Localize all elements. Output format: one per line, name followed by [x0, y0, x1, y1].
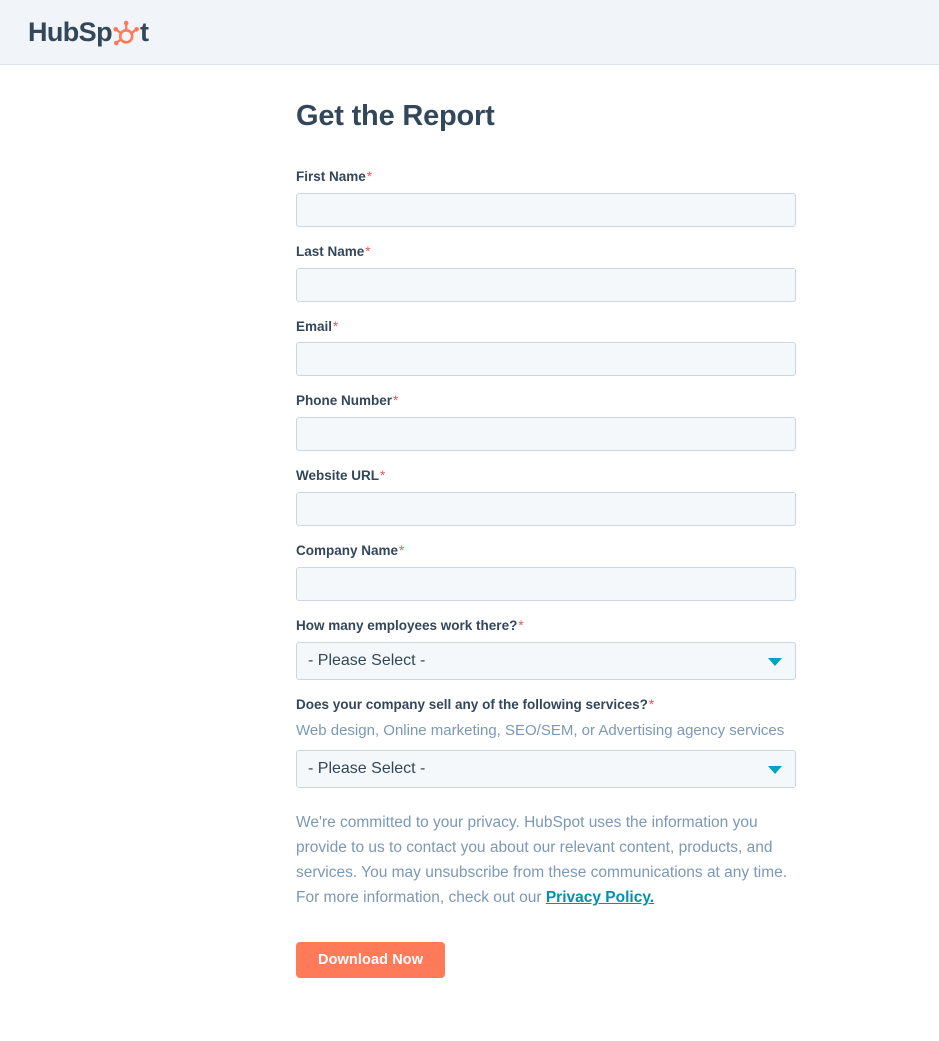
select-value: - Please Select - [308, 652, 426, 670]
company-name-input[interactable] [296, 567, 796, 602]
services-description: Web design, Online marketing, SEO/SEM, o… [296, 721, 785, 739]
field-website-url: Website URL* [296, 467, 796, 527]
required-asterisk: * [365, 243, 371, 259]
required-asterisk: * [648, 697, 655, 713]
logo-text-start: HubSp [28, 16, 113, 47]
page-title: Get the Report [296, 100, 495, 132]
required-asterisk: * [380, 468, 386, 484]
required-asterisk: * [366, 168, 373, 184]
label-text: Phone Number [296, 393, 393, 409]
privacy-policy-link[interactable]: Privacy Policy. [546, 889, 654, 906]
label-first-name: First Name* [296, 168, 796, 187]
hubspot-logo[interactable]: HubSp t [28, 16, 149, 48]
email-input[interactable] [296, 342, 796, 377]
employee-count-select-wrap: - Please Select - [296, 642, 796, 681]
label-text: Email [296, 318, 333, 334]
website-url-input[interactable] [296, 492, 796, 527]
employee-count-select[interactable]: - Please Select - [296, 642, 796, 681]
submit-row: Download Now [296, 942, 796, 979]
services-select-wrap: - Please Select - [296, 749, 796, 788]
label-text: Does your company sell any of the follow… [296, 697, 648, 713]
field-phone-number: Phone Number* [296, 392, 796, 452]
download-now-button[interactable]: Download Now [296, 942, 446, 979]
label-text: First Name [296, 168, 366, 184]
label-services: Does your company sell any of the follow… [296, 696, 796, 715]
services-select[interactable]: - Please Select - [296, 749, 796, 788]
required-asterisk: * [399, 543, 405, 559]
field-employee-count: How many employees work there?* - Please… [296, 617, 796, 681]
label-last-name: Last Name* [296, 243, 796, 262]
label-website-url: Website URL* [296, 467, 796, 486]
required-asterisk: * [518, 618, 524, 634]
logo-text-end: t [140, 16, 149, 47]
field-services: Does your company sell any of the follow… [296, 696, 796, 788]
required-asterisk: * [333, 318, 339, 334]
privacy-consent-text: We're committed to your privacy. HubSpot… [296, 810, 796, 910]
label-company-name: Company Name* [296, 542, 796, 561]
field-email: Email* [296, 318, 796, 377]
privacy-consent-body: We're committed to your privacy. HubSpot… [296, 813, 788, 907]
label-text: How many employees work there? [296, 618, 518, 634]
label-text: Last Name [296, 243, 365, 259]
last-name-input[interactable] [296, 267, 796, 302]
label-employee-count: How many employees work there?* [296, 617, 796, 636]
field-first-name: First Name* [296, 168, 796, 227]
lead-capture-form: Get the Report First Name* Last Name* Em… [296, 99, 796, 979]
label-text: Company Name [296, 543, 399, 559]
required-asterisk: * [393, 393, 399, 409]
field-company-name: Company Name* [296, 542, 796, 602]
label-email: Email* [296, 318, 796, 337]
site-header: HubSp t [0, 0, 939, 65]
first-name-input[interactable] [296, 192, 796, 227]
label-phone-number: Phone Number* [296, 392, 796, 411]
field-last-name: Last Name* [296, 243, 796, 302]
page-body: Get the Report First Name* Last Name* Em… [0, 65, 939, 979]
hubspot-sprocket-icon [111, 18, 141, 48]
select-value: - Please Select - [308, 759, 426, 777]
label-text: Website URL [296, 468, 380, 484]
phone-number-input[interactable] [296, 417, 796, 452]
